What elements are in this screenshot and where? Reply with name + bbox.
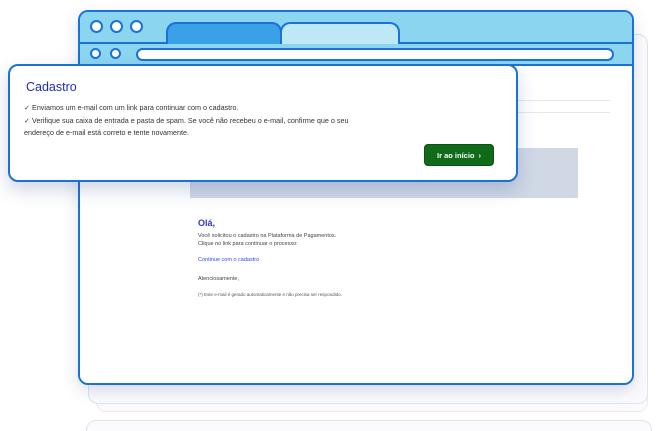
browser-tab[interactable]	[280, 22, 400, 46]
popup-line: ✓ Enviamos um e-mail com um link para co…	[24, 103, 239, 112]
email-line: Você solicitou o cadastro na Plataforma …	[198, 233, 337, 239]
address-bar[interactable]	[136, 48, 614, 61]
popup-title: Cadastro	[26, 80, 77, 94]
email-line: Clique no link para continuar o processo…	[198, 241, 298, 247]
signup-popup: Cadastro ✓ Enviamos um e-mail com um lin…	[8, 64, 518, 182]
browser-titlebar	[80, 12, 632, 46]
window-control-dot[interactable]	[90, 20, 103, 33]
email-signoff: Atenciosamente,	[198, 276, 239, 282]
go-home-button[interactable]: Ir ao início ›	[424, 144, 494, 166]
popup-line: ✓ Verifique sua caixa de entrada e pasta…	[24, 115, 349, 125]
go-home-label: Ir ao início	[436, 150, 475, 160]
back-button[interactable]	[90, 48, 101, 59]
email-footnote: (*) Este e-mail é gerado automaticamente…	[198, 292, 342, 297]
email-body: Olá, Você solicitou o cadastro na Plataf…	[198, 218, 558, 297]
illustration: Olá, Você solicitou o cadastro na Plataf…	[0, 0, 657, 431]
continue-link[interactable]: Continue com o cadastro	[198, 257, 558, 263]
background-card	[86, 420, 652, 431]
popup-line: endereço de e-mail está correto e tente …	[24, 128, 190, 137]
popup-message: ✓ Enviamos um e-mail com um link para co…	[24, 102, 444, 140]
browser-tab-active[interactable]	[166, 22, 282, 46]
chevron-right-icon: ›	[478, 150, 482, 160]
window-control-dot[interactable]	[110, 20, 123, 33]
forward-button[interactable]	[110, 48, 121, 59]
email-greeting: Olá,	[198, 218, 216, 228]
browser-toolbar	[80, 44, 632, 66]
window-control-dot[interactable]	[130, 20, 143, 33]
